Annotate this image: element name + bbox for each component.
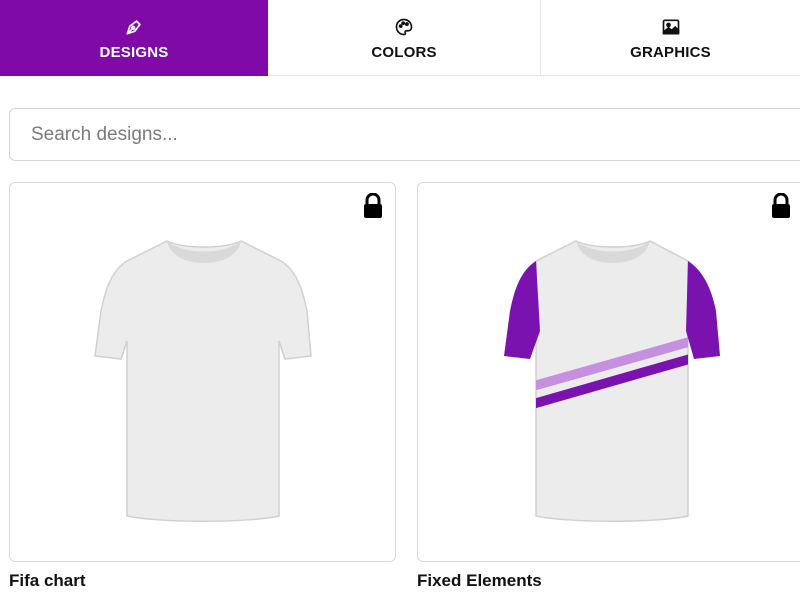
design-card-fixed-elements[interactable] [417,182,800,562]
search-input[interactable] [10,109,800,160]
design-card-fifa-chart[interactable] [9,182,396,562]
search-box [9,108,800,161]
purple-sleeve-tshirt-image [504,240,720,522]
tab-colors[interactable]: COLORS [268,0,541,76]
tab-colors-label: COLORS [371,43,437,61]
pen-nib-icon [123,16,145,38]
design-title: Fixed Elements [417,571,542,590]
tab-graphics[interactable]: GRAPHICS [541,0,800,76]
image-icon [660,16,682,38]
tab-designs[interactable]: DESIGNS [0,0,268,76]
tab-graphics-label: GRAPHICS [630,43,711,61]
plain-tshirt-image [94,240,312,522]
lock-icon [770,192,792,219]
design-title: Fifa chart [9,571,86,590]
tab-bar: DESIGNS COLORS GRAPHICS [0,0,800,76]
palette-icon [393,16,415,38]
tab-designs-label: DESIGNS [99,43,169,61]
lock-icon [362,192,384,219]
